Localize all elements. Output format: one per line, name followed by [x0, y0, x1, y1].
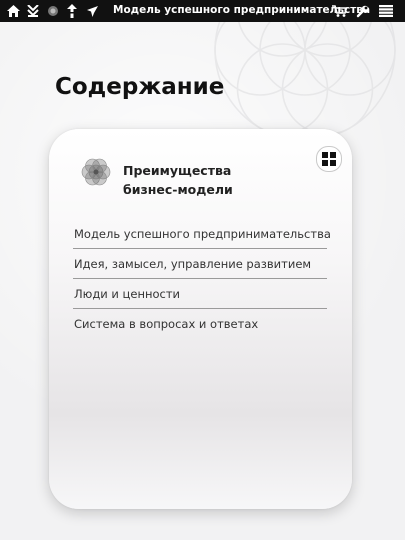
rosette-icon[interactable] [45, 3, 61, 19]
list-icon[interactable] [378, 3, 394, 19]
card-title-line1: Преимущества [123, 163, 232, 178]
home-icon[interactable] [5, 3, 21, 19]
contents-item[interactable]: Модель успешного предпринимательства [73, 219, 331, 249]
wrench-icon[interactable] [354, 3, 370, 19]
cart-icon[interactable] [330, 3, 348, 19]
contents-item[interactable]: Идея, замысел, управление развитием [73, 249, 327, 279]
download-icon[interactable] [25, 3, 41, 19]
upload-icon[interactable] [64, 3, 80, 19]
contents-list: Модель успешного предпринимательства Иде… [73, 219, 331, 339]
grid-view-button[interactable] [316, 146, 342, 172]
card-title-line2: бизнес-модели [123, 182, 233, 197]
top-toolbar: Модель успешного предпринимательства [0, 0, 405, 22]
contents-item[interactable]: Люди и ценности [73, 279, 327, 309]
rosette-logo-icon [81, 158, 111, 186]
contents-card: Преимущества бизнес-модели Модель успешн… [49, 129, 352, 509]
grid-icon [322, 152, 336, 166]
airplane-icon[interactable] [84, 3, 100, 19]
card-title: Преимущества бизнес-модели [123, 161, 233, 199]
contents-item[interactable]: Система в вопросах и ответах [73, 309, 327, 339]
page-title: Содержание [55, 74, 225, 100]
